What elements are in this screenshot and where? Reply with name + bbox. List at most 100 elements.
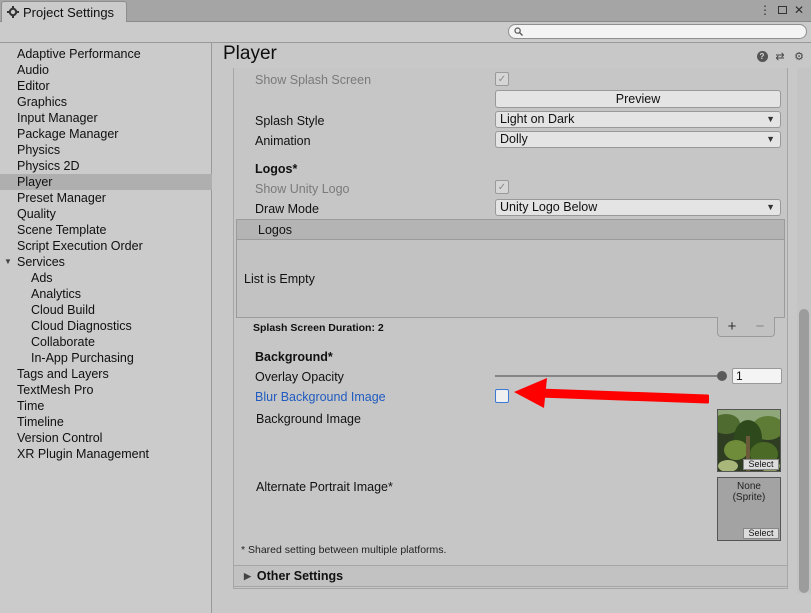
- sidebar-item-label: Services: [17, 255, 65, 269]
- blur-background-checkbox[interactable]: [495, 389, 509, 403]
- sidebar-item-physics-2d[interactable]: Physics 2D: [0, 158, 212, 174]
- foldout-arrow-icon: ▶: [244, 570, 251, 581]
- blur-background-label: Blur Background Image: [255, 390, 386, 404]
- alternate-select-button[interactable]: Select: [743, 528, 779, 539]
- splash-style-label: Splash Style: [255, 114, 325, 128]
- animation-label: Animation: [255, 134, 311, 148]
- overlay-opacity-input[interactable]: 1: [732, 368, 782, 384]
- overlay-opacity-slider[interactable]: [495, 375, 723, 377]
- sidebar-item-services[interactable]: ▼ Services: [0, 254, 212, 270]
- sidebar-item-input-manager[interactable]: Input Manager: [0, 110, 212, 126]
- sidebar-item-time[interactable]: Time: [0, 398, 212, 414]
- other-settings-foldout[interactable]: ▶ Other Settings: [233, 565, 788, 587]
- alternate-portrait-picker[interactable]: None (Sprite) Select: [717, 477, 781, 541]
- sidebar-item-analytics[interactable]: Analytics: [0, 286, 212, 302]
- sidebar-item-preset-manager[interactable]: Preset Manager: [0, 190, 212, 206]
- sidebar-item-label: Physics: [17, 143, 61, 157]
- sidebar-item-quality[interactable]: Quality: [0, 206, 212, 222]
- expand-arrow-icon[interactable]: ▼: [4, 254, 12, 270]
- checkmark-icon: ✓: [497, 181, 507, 193]
- preview-button[interactable]: Preview: [495, 90, 781, 108]
- sidebar-item-label: Quality: [17, 207, 56, 221]
- sidebar-item-physics[interactable]: Physics: [0, 142, 212, 158]
- sidebar-item-label: Adaptive Performance: [17, 47, 141, 61]
- search-input[interactable]: [527, 25, 806, 38]
- sidebar-item-cloud-diagnostics[interactable]: Cloud Diagnostics: [0, 318, 212, 334]
- red-arrow-annotation: [514, 378, 709, 408]
- sidebar-item-graphics[interactable]: Graphics: [0, 94, 212, 110]
- settings-gear-icon[interactable]: ⚙: [793, 50, 805, 63]
- sidebar-item-in-app-purchasing[interactable]: In-App Purchasing: [0, 350, 212, 366]
- sidebar-item-timeline[interactable]: Timeline: [0, 414, 212, 430]
- gear-icon: [7, 6, 19, 18]
- shared-setting-footnote: * Shared setting between multiple platfo…: [241, 544, 447, 556]
- sidebar-item-label: Collaborate: [31, 335, 95, 349]
- show-unity-logo-checkbox[interactable]: ✓: [495, 180, 509, 194]
- sidebar-item-ads[interactable]: Ads: [0, 270, 212, 286]
- sidebar-item-adaptive-performance[interactable]: Adaptive Performance: [0, 46, 212, 62]
- slider-handle[interactable]: [717, 371, 727, 381]
- logos-list-header[interactable]: Logos: [237, 220, 784, 240]
- sidebar-item-cloud-build[interactable]: Cloud Build: [0, 302, 212, 318]
- background-header: Background*: [255, 350, 333, 364]
- dropdown-arrow-icon: ▼: [766, 114, 775, 124]
- close-icon[interactable]: ✕: [792, 3, 806, 17]
- remove-item-button[interactable]: −: [756, 318, 765, 335]
- sidebar-item-textmesh-pro[interactable]: TextMesh Pro: [0, 382, 212, 398]
- sidebar-item-editor[interactable]: Editor: [0, 78, 212, 94]
- search-field[interactable]: [508, 24, 807, 39]
- sidebar-item-label: Player: [17, 175, 53, 189]
- checkmark-icon: ✓: [497, 73, 507, 85]
- background-select-button[interactable]: Select: [743, 459, 779, 470]
- project-settings-tab[interactable]: Project Settings: [1, 1, 127, 22]
- maximize-icon[interactable]: [775, 3, 789, 17]
- list-empty-text: List is Empty: [244, 272, 315, 286]
- show-splash-checkbox[interactable]: ✓: [495, 72, 509, 86]
- splash-duration-label: Splash Screen Duration: 2: [253, 322, 384, 334]
- sidebar-item-package-manager[interactable]: Package Manager: [0, 126, 212, 142]
- sidebar-item-tags-and-layers[interactable]: Tags and Layers: [0, 366, 212, 382]
- show-unity-logo-label: Show Unity Logo: [255, 182, 350, 196]
- sidebar-item-scene-template[interactable]: Scene Template: [0, 222, 212, 238]
- sidebar-item-label: Version Control: [17, 431, 103, 445]
- sidebar-item-script-execution-order[interactable]: Script Execution Order: [0, 238, 212, 254]
- sidebar-item-audio[interactable]: Audio: [0, 62, 212, 78]
- dropdown-arrow-icon: ▼: [766, 134, 775, 144]
- help-icon[interactable]: ?: [756, 50, 768, 62]
- add-item-button[interactable]: +: [728, 318, 737, 335]
- sidebar-item-label: Scene Template: [17, 223, 107, 237]
- dropdown-value: Unity Logo Below: [500, 200, 598, 214]
- dropdown-value: Light on Dark: [500, 112, 575, 126]
- sidebar-item-label: XR Plugin Management: [17, 447, 150, 461]
- overlay-opacity-label: Overlay Opacity: [255, 370, 344, 384]
- sidebar-item-label: Cloud Build: [31, 303, 95, 317]
- sidebar-item-label: Preset Manager: [17, 191, 106, 205]
- background-image-picker[interactable]: Select: [717, 409, 781, 472]
- alternate-portrait-label: Alternate Portrait Image*: [256, 480, 393, 494]
- sidebar-item-label: Audio: [17, 63, 49, 77]
- page-title: Player: [223, 43, 277, 64]
- sidebar-item-label: Analytics: [31, 287, 82, 301]
- sidebar-item-xr-plugin-management[interactable]: XR Plugin Management: [0, 446, 212, 462]
- more-options-icon[interactable]: ⋮: [758, 3, 772, 17]
- sidebar-item-label: TextMesh Pro: [17, 383, 94, 397]
- preset-icon[interactable]: ⇄: [774, 50, 786, 63]
- dropdown-value: Dolly: [500, 132, 528, 146]
- sidebar-item-player[interactable]: Player: [0, 174, 212, 190]
- sidebar-item-label: Script Execution Order: [17, 239, 143, 253]
- sidebar-item-version-control[interactable]: Version Control: [0, 430, 212, 446]
- sidebar-item-label: Graphics: [17, 95, 68, 109]
- sidebar-item-collaborate[interactable]: Collaborate: [0, 334, 212, 350]
- splash-style-dropdown[interactable]: Light on Dark ▼: [495, 111, 781, 128]
- background-image-label: Background Image: [256, 412, 361, 426]
- dropdown-arrow-icon: ▼: [766, 202, 775, 212]
- animation-dropdown[interactable]: Dolly ▼: [495, 131, 781, 148]
- scrollbar-thumb[interactable]: [799, 309, 809, 593]
- sidebar-item-label: Timeline: [17, 415, 64, 429]
- none-sprite-text: None (Sprite): [732, 481, 766, 503]
- draw-mode-dropdown[interactable]: Unity Logo Below ▼: [495, 199, 781, 216]
- sidebar-item-label: Time: [17, 399, 45, 413]
- draw-mode-label: Draw Mode: [255, 202, 319, 216]
- sidebar-item-label: Editor: [17, 79, 50, 93]
- logos-header: Logos*: [255, 162, 298, 176]
